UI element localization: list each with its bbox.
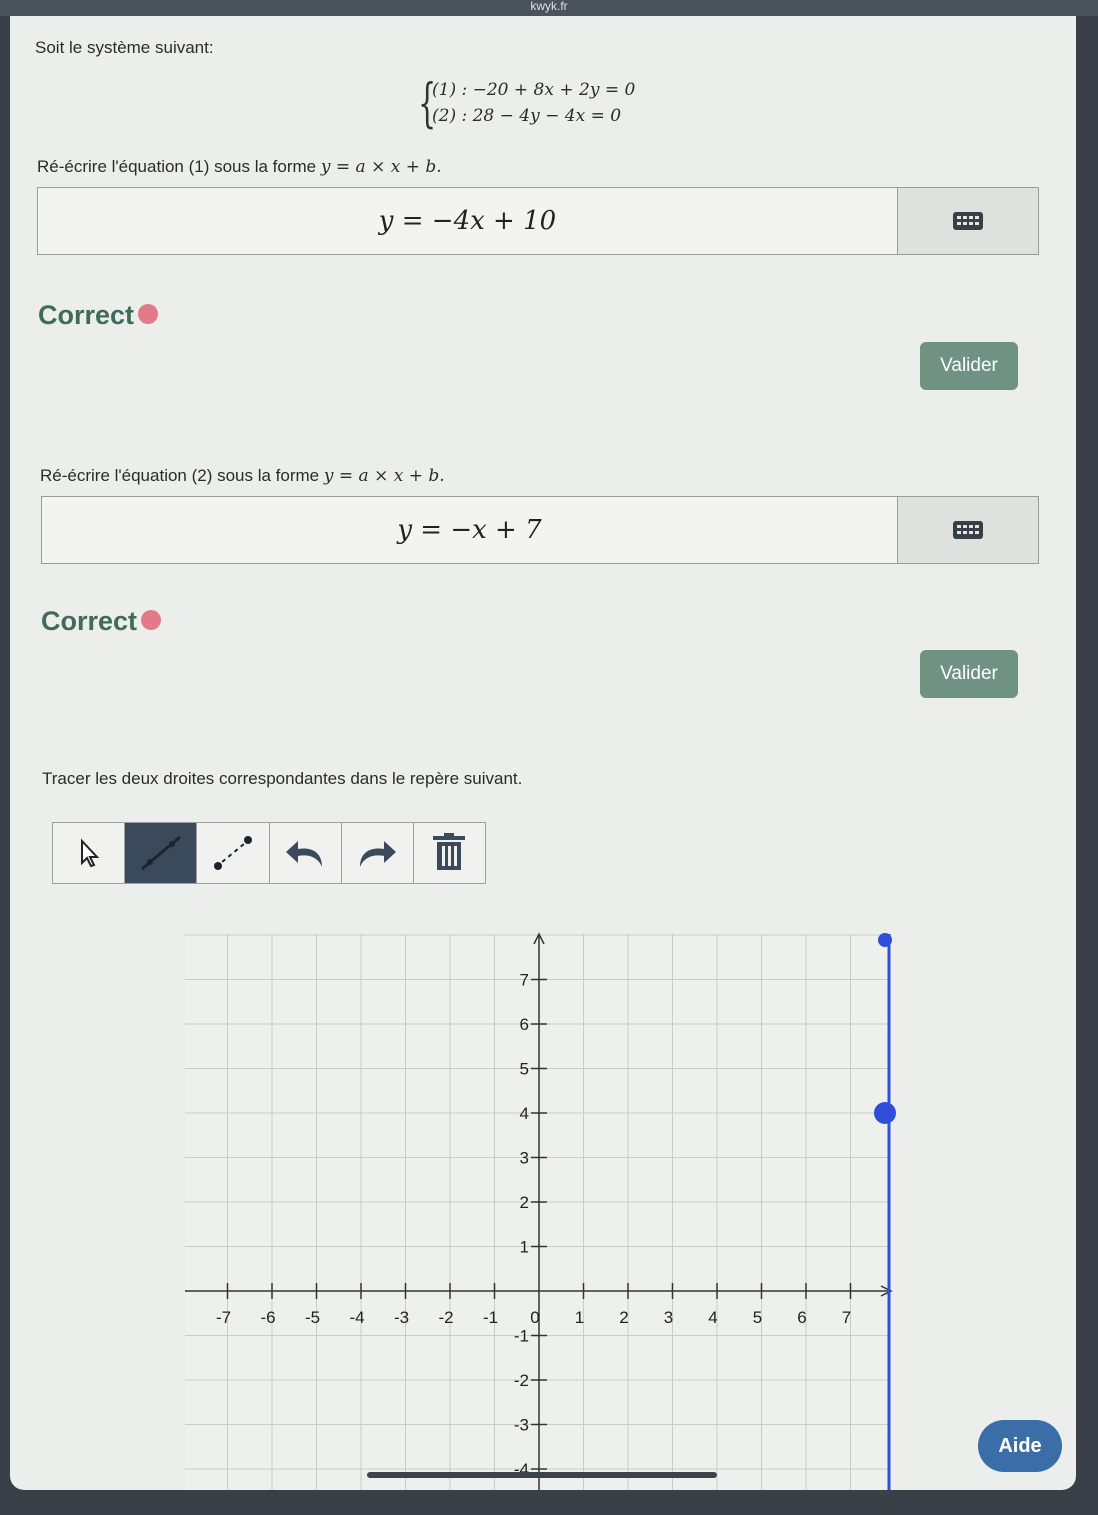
- graph-canvas[interactable]: -7 -6 -5 -4 -3 -2 -1 0 1 2 3 4 5 6 77654321-1-2-3-4: [185, 926, 900, 1490]
- x-tick-label: -5: [305, 1308, 320, 1327]
- graph-background: [185, 934, 891, 1490]
- browser-url-bar: kwyk.fr: [0, 0, 1098, 16]
- x-tick-label: -7: [216, 1308, 231, 1327]
- undo-button[interactable]: [270, 823, 342, 883]
- x-tick-label: 0: [530, 1308, 539, 1327]
- q2-prompt-text: Ré-écrire l'équation (2) sous la forme: [40, 466, 320, 485]
- x-tick-label: 6: [797, 1308, 806, 1327]
- graph-toolbar: [52, 822, 486, 884]
- q2-feedback: Correct: [41, 606, 162, 637]
- keyboard-icon: [953, 521, 983, 539]
- line-tool-icon: [140, 835, 181, 871]
- keyboard-icon: [953, 212, 983, 230]
- q1-feedback-text: Correct: [38, 300, 135, 330]
- y-tick-label: 5: [520, 1060, 529, 1079]
- line-tool-button[interactable]: [125, 823, 198, 883]
- pointer-icon: [80, 838, 99, 868]
- y-tick-label: -1: [514, 1327, 529, 1346]
- x-tick-label: -1: [483, 1308, 498, 1327]
- q2-keyboard-button[interactable]: [898, 497, 1038, 563]
- q2-prompt: Ré-écrire l'équation (2) sous la forme y…: [40, 466, 445, 486]
- x-tick-label: 5: [753, 1308, 762, 1327]
- x-tick-label: 1: [575, 1308, 584, 1327]
- redo-button[interactable]: [342, 823, 414, 883]
- help-button[interactable]: Aide: [978, 1420, 1062, 1472]
- q2-feedback-text: Correct: [41, 606, 138, 636]
- x-tick-label: -3: [394, 1308, 409, 1327]
- delete-button[interactable]: [414, 823, 485, 883]
- q1-answer-value[interactable]: y = −4x + 10: [38, 188, 898, 254]
- exercise-page: Soit le système suivant: { (1) : −20 + 8…: [10, 16, 1076, 1490]
- system-equation-2: (2) : 28 − 4y − 4x = 0: [432, 106, 622, 126]
- q1-valider-button[interactable]: Valider: [920, 342, 1018, 390]
- system-equation-1: (1) : −20 + 8x + 2y = 0: [432, 80, 636, 100]
- q2-valider-button[interactable]: Valider: [920, 650, 1018, 698]
- y-tick-label: 4: [520, 1104, 529, 1123]
- redo-icon: [360, 841, 397, 867]
- x-tick-label: 4: [708, 1308, 717, 1327]
- y-tick-label: 2: [520, 1193, 529, 1212]
- q1-keyboard-button[interactable]: [898, 188, 1038, 254]
- smiley-icon: [138, 303, 159, 324]
- q3-prompt: Tracer les deux droites correspondantes …: [42, 769, 523, 788]
- intro-text: Soit le système suivant:: [35, 38, 214, 57]
- line-handle-top[interactable]: [878, 933, 892, 947]
- x-tick-label: 3: [664, 1308, 673, 1327]
- y-tick-label: -3: [514, 1416, 529, 1435]
- y-tick-label: 1: [520, 1238, 529, 1257]
- dashed-line-tool-button[interactable]: [197, 823, 270, 883]
- q1-prompt-text: Ré-écrire l'équation (1) sous la forme: [37, 157, 317, 176]
- x-tick-label: -6: [260, 1308, 275, 1327]
- coordinate-graph[interactable]: -7 -6 -5 -4 -3 -2 -1 0 1 2 3 4 5 6 7 7 6 5 4 3 2 1 -1 -2 -3 -4: [185, 926, 900, 1490]
- undo-icon: [286, 841, 323, 867]
- x-tick-label: -4: [349, 1308, 364, 1327]
- home-indicator: [367, 1472, 717, 1478]
- q1-feedback: Correct: [38, 300, 159, 331]
- x-tick-label: 7: [842, 1308, 851, 1327]
- q1-form: y = a × x + b.: [320, 157, 442, 177]
- q1-answer-field[interactable]: y = −4x + 10: [37, 187, 1039, 255]
- smiley-icon: [141, 609, 162, 630]
- y-tick-label: 3: [520, 1149, 529, 1168]
- pointer-tool-button[interactable]: [53, 823, 126, 883]
- y-tick-label: -2: [514, 1371, 529, 1390]
- x-tick-label: 2: [619, 1308, 628, 1327]
- y-tick-label: 7: [520, 971, 529, 990]
- q2-answer-value[interactable]: y = −x + 7: [42, 497, 898, 563]
- x-tick-label: -2: [438, 1308, 453, 1327]
- dashed-line-tool-icon: [213, 836, 252, 870]
- q2-answer-field[interactable]: y = −x + 7: [41, 496, 1039, 564]
- q2-form: y = a × x + b.: [323, 466, 445, 486]
- trash-icon: [433, 833, 466, 870]
- line-handle-point[interactable]: [874, 1102, 896, 1124]
- q1-prompt: Ré-écrire l'équation (1) sous la forme y…: [37, 157, 442, 177]
- y-tick-label: 6: [520, 1015, 529, 1034]
